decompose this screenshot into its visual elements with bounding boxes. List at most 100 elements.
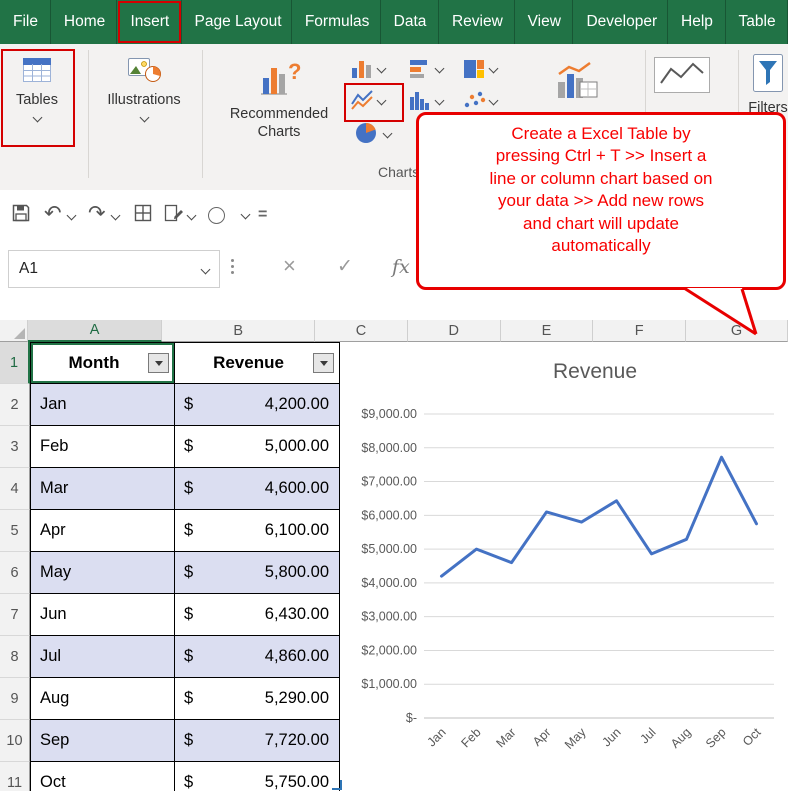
table-resize-handle[interactable] bbox=[332, 780, 342, 790]
undo-dropdown-chevron-icon[interactable] bbox=[67, 211, 77, 221]
column-headers: A B C D E F G bbox=[0, 320, 788, 342]
insert-bar-chart-button[interactable] bbox=[408, 56, 443, 80]
spreadsheet-grid: A B C D E F G 1 Month Revenue 2Jan$4,200… bbox=[0, 320, 788, 791]
row-header[interactable]: 8 bbox=[0, 636, 30, 678]
month-cell[interactable]: Jan bbox=[30, 384, 175, 426]
save-icon[interactable] bbox=[10, 202, 32, 224]
group-separator bbox=[202, 50, 203, 178]
customize-toolbar-chevron-icon[interactable] bbox=[241, 210, 251, 220]
svg-text:Revenue: Revenue bbox=[553, 360, 637, 383]
tab-data[interactable]: Data bbox=[381, 0, 439, 44]
revenue-cell[interactable]: $5,750.00 bbox=[175, 762, 340, 791]
revenue-cell[interactable]: $5,290.00 bbox=[175, 678, 340, 720]
month-cell[interactable]: Aug bbox=[30, 678, 175, 720]
charts-group-label: Charts bbox=[378, 164, 419, 180]
insert-pie-chart-button[interactable] bbox=[354, 120, 391, 146]
revenue-cell[interactable]: $4,860.00 bbox=[175, 636, 340, 678]
oval-shape-icon[interactable] bbox=[208, 207, 225, 224]
row-header[interactable]: 10 bbox=[0, 720, 30, 762]
tab-view[interactable]: View bbox=[515, 0, 574, 44]
cell-B1-revenue-header[interactable]: Revenue bbox=[175, 342, 340, 384]
tab-file[interactable]: File bbox=[0, 0, 51, 44]
cell-A1-month-header[interactable]: Month bbox=[30, 342, 175, 384]
column-header-A[interactable]: A bbox=[28, 320, 162, 342]
edit-dropdown-chevron-icon[interactable] bbox=[187, 211, 197, 221]
excel-window: File Home Insert Page Layout Formulas Da… bbox=[0, 0, 788, 791]
column-header-C[interactable]: C bbox=[315, 320, 408, 342]
name-box-dropdown[interactable] bbox=[191, 266, 219, 273]
column-header-B[interactable]: B bbox=[162, 320, 315, 342]
revenue-line-chart[interactable]: $-$1,000.00$2,000.00$3,000.00$4,000.00$5… bbox=[340, 342, 788, 791]
grid-tool-icon[interactable] bbox=[132, 202, 154, 224]
row-header[interactable]: 7 bbox=[0, 594, 30, 636]
line-chart-icon bbox=[350, 88, 374, 112]
revenue-cell[interactable]: $6,430.00 bbox=[175, 594, 340, 636]
insert-function-icon[interactable]: fx bbox=[392, 256, 410, 278]
revenue-cell[interactable]: $4,600.00 bbox=[175, 468, 340, 510]
revenue-filter-button[interactable] bbox=[313, 353, 334, 373]
row-header[interactable]: 9 bbox=[0, 678, 30, 720]
revenue-cell[interactable]: $5,800.00 bbox=[175, 552, 340, 594]
insert-statistic-chart-button[interactable] bbox=[408, 88, 443, 112]
name-box[interactable]: A1 bbox=[8, 250, 220, 288]
month-cell[interactable]: Mar bbox=[30, 468, 175, 510]
filters-button[interactable]: Filters bbox=[744, 52, 788, 117]
undo-icon[interactable]: ↶ bbox=[44, 203, 62, 224]
amount-value: 6,100.00 bbox=[265, 521, 329, 540]
month-cell[interactable]: Apr bbox=[30, 510, 175, 552]
column-header-F[interactable]: F bbox=[593, 320, 686, 342]
row-header[interactable]: 6 bbox=[0, 552, 30, 594]
amount-value: 4,200.00 bbox=[265, 395, 329, 414]
row-header[interactable]: 4 bbox=[0, 468, 30, 510]
tab-help[interactable]: Help bbox=[668, 0, 726, 44]
month-cell[interactable]: Feb bbox=[30, 426, 175, 468]
insert-scatter-chart-button[interactable] bbox=[462, 88, 497, 112]
tab-page-layout[interactable]: Page Layout bbox=[182, 0, 292, 44]
insert-column-chart-button[interactable] bbox=[350, 56, 385, 80]
month-cell[interactable]: Jul bbox=[30, 636, 175, 678]
row-header[interactable]: 2 bbox=[0, 384, 30, 426]
month-cell[interactable]: Oct bbox=[30, 762, 175, 791]
tables-button[interactable]: Tables bbox=[4, 54, 70, 121]
row-header[interactable]: 3 bbox=[0, 426, 30, 468]
insert-line-chart-button[interactable] bbox=[350, 88, 385, 112]
tab-home[interactable]: Home bbox=[51, 0, 118, 44]
revenue-cell[interactable]: $6,100.00 bbox=[175, 510, 340, 552]
tab-insert[interactable]: Insert bbox=[117, 0, 181, 44]
insert-hierarchy-chart-button[interactable] bbox=[462, 56, 497, 80]
formula-bar-splitter[interactable] bbox=[231, 259, 234, 274]
row-header[interactable]: 11 bbox=[0, 762, 30, 791]
currency-symbol: $ bbox=[184, 437, 193, 456]
column-header-E[interactable]: E bbox=[501, 320, 594, 342]
redo-icon[interactable]: ↷ bbox=[88, 203, 106, 224]
insert-combo-chart-button[interactable] bbox=[552, 58, 602, 104]
tab-developer[interactable]: Developer bbox=[573, 0, 668, 44]
svg-text:$-: $- bbox=[406, 711, 417, 725]
month-cell[interactable]: Sep bbox=[30, 720, 175, 762]
corner-triangle-icon bbox=[14, 328, 25, 339]
ribbon-options-icon[interactable]: = bbox=[258, 206, 267, 224]
tab-table-design[interactable]: Table bbox=[726, 0, 788, 44]
svg-text:Jan: Jan bbox=[424, 725, 448, 749]
row-header[interactable]: 5 bbox=[0, 510, 30, 552]
row-header-1[interactable]: 1 bbox=[0, 342, 30, 384]
month-cell[interactable]: May bbox=[30, 552, 175, 594]
cancel-icon[interactable]: × bbox=[283, 253, 296, 279]
column-header-D[interactable]: D bbox=[408, 320, 501, 342]
sparkline-button[interactable] bbox=[652, 56, 712, 94]
tab-review[interactable]: Review bbox=[439, 0, 515, 44]
tab-formulas[interactable]: Formulas bbox=[292, 0, 381, 44]
revenue-cell[interactable]: $4,200.00 bbox=[175, 384, 340, 426]
enter-icon[interactable]: ✓ bbox=[337, 255, 353, 278]
edit-form-icon[interactable] bbox=[162, 202, 184, 224]
month-cell[interactable]: Jun bbox=[30, 594, 175, 636]
revenue-cell[interactable]: $5,000.00 bbox=[175, 426, 340, 468]
redo-dropdown-chevron-icon[interactable] bbox=[111, 211, 121, 221]
recommended-charts-button[interactable]: ? Recommended Charts bbox=[210, 56, 348, 141]
svg-text:Jun: Jun bbox=[599, 725, 623, 749]
select-all-corner[interactable] bbox=[0, 320, 28, 342]
revenue-cell[interactable]: $7,720.00 bbox=[175, 720, 340, 762]
illustrations-button[interactable]: Illustrations bbox=[94, 54, 194, 121]
month-filter-button[interactable] bbox=[148, 353, 169, 373]
amount-value: 6,430.00 bbox=[265, 605, 329, 624]
